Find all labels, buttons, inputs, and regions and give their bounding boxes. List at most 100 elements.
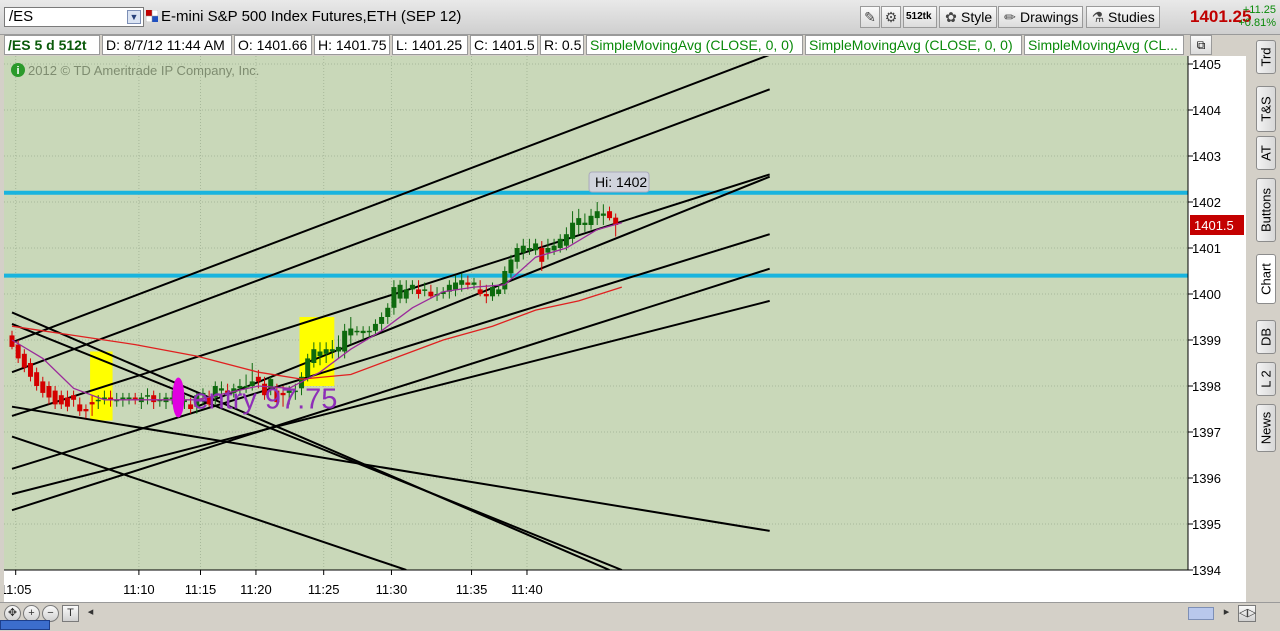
study-label-3[interactable]: SimpleMovingAvg (CL... (1024, 35, 1184, 55)
candle-body[interactable] (15, 344, 21, 359)
candle-body[interactable] (89, 402, 95, 405)
candle-body[interactable] (570, 222, 576, 239)
candle-body[interactable] (533, 243, 539, 251)
candle-body[interactable] (428, 291, 434, 297)
tab-chart[interactable]: Chart (1256, 254, 1276, 304)
candle-body[interactable] (397, 284, 403, 299)
candle-body[interactable] (95, 399, 101, 402)
candle-body[interactable] (366, 330, 372, 333)
candle-body[interactable] (489, 287, 495, 297)
candle-body[interactable] (27, 363, 33, 377)
candle-body[interactable] (545, 248, 551, 253)
study-label-1[interactable]: SimpleMovingAvg (CLOSE, 0, 0) (586, 35, 803, 55)
candle-body[interactable] (496, 289, 502, 294)
aggregation-badge[interactable]: 512tk (903, 6, 937, 28)
candle-body[interactable] (416, 289, 422, 294)
studies-button[interactable]: ⚗ Studies (1086, 6, 1160, 28)
candle-body[interactable] (77, 404, 83, 412)
candle-body[interactable] (557, 238, 563, 248)
symbol-input[interactable]: /ES ▼ (4, 7, 144, 27)
candle-body[interactable] (126, 397, 132, 400)
candle-body[interactable] (151, 395, 157, 403)
series-label[interactable]: /ES 5 d 512t (4, 35, 100, 55)
candle-body[interactable] (588, 215, 594, 225)
candle-body[interactable] (34, 372, 40, 386)
study-label-2[interactable]: SimpleMovingAvg (CLOSE, 0, 0) (805, 35, 1022, 55)
tab-at[interactable]: AT (1256, 136, 1276, 170)
candle-body[interactable] (563, 234, 569, 246)
candle-body[interactable] (576, 218, 582, 225)
link-icon[interactable] (146, 10, 158, 22)
candle-body[interactable] (422, 289, 428, 291)
tab-trd[interactable]: Trd (1256, 40, 1276, 74)
candle-body[interactable] (465, 282, 471, 285)
candle-body[interactable] (40, 381, 46, 393)
candle-body[interactable] (520, 245, 526, 253)
symbol-dropdown-icon[interactable]: ▼ (127, 10, 141, 24)
candle-body[interactable] (551, 245, 557, 251)
candle-body[interactable] (391, 287, 397, 308)
candle-body[interactable] (83, 409, 89, 412)
candle-body[interactable] (385, 307, 391, 317)
candle-body[interactable] (403, 289, 409, 299)
tab-db[interactable]: DB (1256, 320, 1276, 354)
candle-body[interactable] (594, 211, 600, 219)
entry-marker[interactable] (172, 377, 185, 418)
candle-body[interactable] (317, 351, 323, 357)
candle-body[interactable] (360, 330, 366, 334)
candle-body[interactable] (71, 395, 77, 400)
candle-body[interactable] (335, 346, 341, 352)
candle-body[interactable] (145, 395, 151, 397)
x-tick-label: 11:30 (376, 582, 408, 597)
candle-body[interactable] (471, 282, 477, 285)
candle-body[interactable] (46, 386, 52, 398)
tab-buttons[interactable]: Buttons (1256, 178, 1276, 242)
candle-body[interactable] (323, 349, 329, 354)
scroll-left-icon[interactable]: ◂ (82, 605, 99, 622)
candle-body[interactable] (58, 395, 64, 405)
candle-body[interactable] (526, 248, 532, 251)
copyright-group: i 2012 © TD Ameritrade IP Company, Inc. (11, 63, 259, 78)
candle-body[interactable] (508, 259, 514, 274)
scrollbar-thumb[interactable] (1188, 607, 1214, 620)
chart-settings-icon[interactable]: ⧉ (1190, 35, 1212, 55)
candle-body[interactable] (348, 328, 354, 336)
drawings-button[interactable]: ✏ Drawings (998, 6, 1084, 28)
candle-body[interactable] (600, 213, 606, 216)
net-change: +11.25 (1242, 4, 1276, 16)
candle-body[interactable] (52, 390, 58, 405)
settings-icon[interactable]: ⚙ (881, 6, 901, 28)
tab-level2[interactable]: L 2 (1256, 362, 1276, 396)
text-tool-icon[interactable]: T (62, 605, 79, 622)
candle-body[interactable] (329, 349, 335, 352)
candle-body[interactable] (607, 211, 613, 219)
tab-time-and-sales[interactable]: T&S (1256, 86, 1276, 132)
price-chart[interactable]: entry 97.75 Hi: 1402 1401.5 1405 1404 1403 14… (0, 56, 1246, 604)
x-tick-label: 11:35 (456, 582, 488, 597)
candle-body[interactable] (64, 397, 70, 407)
chart-area[interactable]: entry 97.75 Hi: 1402 1401.5 1405 1404 1403 14… (0, 56, 1246, 604)
scroll-right-icon[interactable]: ▸ (1218, 605, 1235, 622)
tools-icon[interactable]: ✎ (860, 6, 880, 28)
candle-body[interactable] (311, 349, 317, 363)
expand-left-icon[interactable]: ◁▷ (1238, 605, 1256, 622)
candle-body[interactable] (453, 282, 459, 290)
candle-body[interactable] (514, 248, 520, 262)
candle-body[interactable] (409, 284, 415, 290)
candle-body[interactable] (354, 330, 360, 333)
candle-body[interactable] (21, 353, 27, 368)
entry-annotation[interactable]: entry 97.75 (192, 384, 337, 416)
candle-body[interactable] (372, 323, 378, 331)
style-button[interactable]: ✿ Style (939, 6, 998, 28)
candle-body[interactable] (255, 376, 261, 382)
candle-body[interactable] (582, 222, 588, 225)
candle-body[interactable] (459, 280, 465, 285)
candle-body[interactable] (342, 330, 348, 352)
candle-body[interactable] (379, 317, 385, 324)
bottom-blue-tab[interactable] (0, 620, 50, 630)
tab-news[interactable]: News (1256, 404, 1276, 452)
candle-body[interactable] (305, 358, 311, 377)
candle-body[interactable] (483, 294, 489, 297)
candle-body[interactable] (502, 271, 508, 290)
candle-body[interactable] (477, 289, 483, 294)
